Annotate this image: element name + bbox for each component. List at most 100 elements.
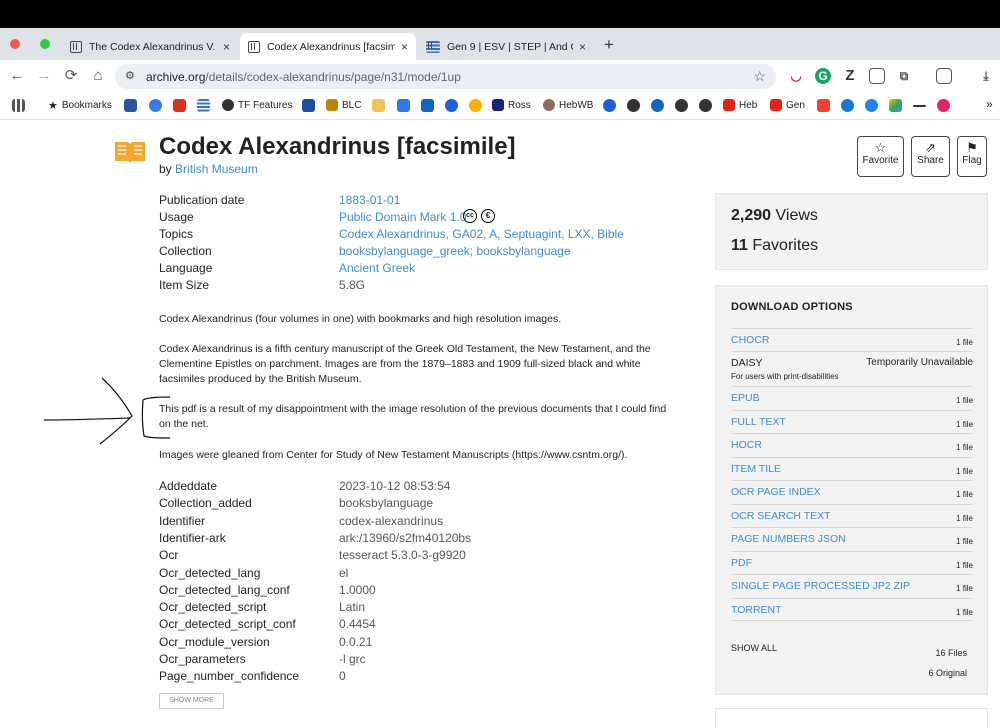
tab-title: Codex Alexandrinus [facsimile bbox=[267, 40, 395, 53]
download-icon[interactable]: ⤓ bbox=[978, 68, 994, 84]
favorite-button[interactable]: ☆ Favorite bbox=[857, 136, 904, 177]
file-count: 1 file bbox=[956, 396, 973, 405]
reading-mode-icon[interactable] bbox=[936, 68, 952, 84]
download-link[interactable]: OCR PAGE INDEX bbox=[731, 486, 821, 498]
download-link[interactable]: PDF bbox=[731, 557, 752, 569]
bookmark-label: TF Features bbox=[238, 99, 293, 111]
metadata-value-link[interactable]: Codex Alexandrinus, GA02, A, Septuagint,… bbox=[339, 227, 624, 241]
new-tab-button[interactable]: + bbox=[598, 34, 620, 56]
url-text[interactable]: archive.org/details/codex-alexandrinus/p… bbox=[146, 70, 461, 84]
bookmark-icon[interactable] bbox=[627, 99, 640, 112]
description-paragraph: This pdf is a result of my disappointmen… bbox=[159, 403, 667, 431]
download-link[interactable]: HOCR bbox=[731, 439, 762, 451]
download-item-page-numbers-json[interactable]: PAGE NUMBERS JSON 1 file bbox=[731, 527, 973, 550]
show-more-button[interactable]: SHOW MORE bbox=[159, 693, 224, 709]
home-button[interactable]: ⌂ bbox=[89, 67, 107, 85]
download-item-full-text[interactable]: FULL TEXT 1 file bbox=[731, 409, 973, 433]
download-item-hocr[interactable]: HOCR 1 file bbox=[731, 433, 973, 456]
bookmark-icon[interactable] bbox=[937, 99, 950, 112]
book-icon bbox=[115, 142, 145, 163]
download-label: DAISY bbox=[731, 357, 763, 369]
metadata-value-link[interactable]: 1883-01-01 bbox=[339, 193, 400, 207]
pocket-extension-icon[interactable]: ◡ bbox=[788, 68, 804, 84]
apps-grid-icon[interactable] bbox=[12, 99, 25, 112]
drive-icon[interactable] bbox=[889, 99, 902, 112]
download-link[interactable]: EPUB bbox=[731, 392, 760, 404]
metadata-value-link[interactable]: booksbylanguage_greek; booksbylanguage bbox=[339, 244, 571, 258]
author-link[interactable]: British Museum bbox=[175, 162, 258, 176]
screen-top-bar bbox=[0, 0, 1000, 28]
bookmark-star-icon[interactable]: ☆ bbox=[753, 68, 766, 85]
download-link[interactable]: TORRENT bbox=[731, 604, 782, 616]
bookmark-icon[interactable] bbox=[651, 99, 664, 112]
bookmark-icon[interactable] bbox=[372, 99, 385, 112]
bookmark-icon[interactable] bbox=[699, 99, 712, 112]
address-bar[interactable]: ⚙ archive.org/details/codex-alexandrinus… bbox=[115, 64, 776, 89]
extensions-puzzle-icon[interactable]: ⧉ bbox=[896, 68, 912, 84]
download-item-item-tile[interactable]: ITEM TILE 1 file bbox=[731, 456, 973, 480]
download-item-ocr-search-text[interactable]: OCR SEARCH TEXT 1 file bbox=[731, 503, 973, 527]
bookmark-icon[interactable] bbox=[841, 99, 854, 112]
window-extension-icon[interactable] bbox=[869, 68, 885, 84]
tab-close-icon[interactable]: × bbox=[579, 40, 586, 54]
bookmark-icon[interactable] bbox=[124, 99, 137, 112]
download-link[interactable]: FULL TEXT bbox=[731, 416, 786, 428]
zotero-extension-icon[interactable]: Z bbox=[842, 68, 858, 84]
metadata-value: booksbylanguage bbox=[339, 496, 434, 511]
bookmark-icon[interactable] bbox=[603, 99, 616, 112]
bookmark-hebwb[interactable]: HebWB bbox=[543, 99, 593, 111]
download-link[interactable]: CHOCR bbox=[731, 334, 770, 346]
download-item-jp2-zip[interactable]: SINGLE PAGE PROCESSED JP2 ZIP 1 file bbox=[731, 574, 973, 597]
bookmark-icon[interactable] bbox=[445, 99, 458, 112]
bookmark-icon[interactable] bbox=[173, 99, 186, 112]
grammarly-extension-icon[interactable]: G bbox=[815, 68, 831, 84]
metadata-key: Identifier bbox=[159, 513, 206, 528]
calendar-icon[interactable] bbox=[421, 99, 434, 112]
download-link[interactable]: OCR SEARCH TEXT bbox=[731, 510, 831, 522]
bookmark-icon[interactable] bbox=[913, 105, 926, 107]
bookmark-icon[interactable] bbox=[469, 99, 482, 112]
download-item-torrent[interactable]: TORRENT 1 file bbox=[731, 597, 973, 621]
download-item-ocr-page-index[interactable]: OCR PAGE INDEX 1 file bbox=[731, 480, 973, 503]
download-link[interactable]: SINGLE PAGE PROCESSED JP2 ZIP bbox=[731, 580, 910, 592]
bookmark-tf-features[interactable]: TF Features bbox=[222, 99, 292, 111]
bookmark-gen[interactable]: Gen bbox=[770, 99, 805, 111]
reload-button[interactable]: ⟳ bbox=[62, 67, 80, 85]
metadata-key: Ocr_detected_script bbox=[159, 600, 267, 615]
checkmark-icon[interactable] bbox=[397, 99, 410, 112]
bookmark-icon[interactable] bbox=[675, 99, 688, 112]
file-count: 1 file bbox=[956, 466, 973, 476]
window-close-button[interactable] bbox=[10, 39, 20, 49]
back-button[interactable]: ← bbox=[8, 67, 26, 85]
share-button[interactable]: ⇗ Share bbox=[911, 136, 950, 177]
bookmark-heb[interactable]: Heb bbox=[723, 99, 757, 111]
tab-close-icon[interactable]: × bbox=[401, 40, 408, 54]
download-item-epub[interactable]: EPUB 1 file bbox=[731, 386, 973, 409]
window-zoom-button[interactable] bbox=[40, 39, 50, 49]
download-item-pdf[interactable]: PDF 1 file bbox=[731, 550, 973, 574]
more-bookmarks-button[interactable]: » bbox=[986, 97, 993, 111]
cloud-icon[interactable] bbox=[865, 99, 878, 112]
archive-icon bbox=[70, 40, 82, 53]
download-item-chocr[interactable]: CHOCR 1 file bbox=[731, 328, 973, 351]
gmail-icon[interactable] bbox=[817, 99, 830, 112]
bookmark-blc[interactable]: BLC bbox=[326, 99, 361, 111]
step-bible-icon[interactable] bbox=[197, 99, 210, 112]
forward-button[interactable]: → bbox=[35, 67, 53, 85]
site-settings-icon[interactable]: ⚙ bbox=[125, 70, 138, 83]
bookmark-ross[interactable]: Ross bbox=[492, 99, 531, 111]
tab-close-icon[interactable]: × bbox=[223, 40, 230, 54]
show-all-button[interactable]: SHOW ALL bbox=[731, 643, 777, 653]
download-link[interactable]: ITEM TILE bbox=[731, 463, 781, 475]
bookmark-icon[interactable] bbox=[302, 99, 315, 112]
bookmark-icon[interactable] bbox=[149, 99, 162, 112]
tab-codex-facsimile[interactable]: Codex Alexandrinus [facsimile × bbox=[240, 33, 416, 60]
metadata-value-link[interactable]: Ancient Greek bbox=[339, 261, 415, 275]
download-link[interactable]: PAGE NUMBERS JSON bbox=[731, 533, 846, 545]
tab-codex-v1[interactable]: The Codex Alexandrinus V. 1 × bbox=[62, 33, 238, 60]
flag-button[interactable]: ⚑ Flag bbox=[957, 136, 987, 177]
metadata-value-link[interactable]: Public Domain Mark 1.0 bbox=[339, 210, 466, 224]
tab-gen9-step[interactable]: Gen 9 | ESV | STEP | And God × bbox=[418, 33, 594, 60]
bookmarks-folder[interactable]: ★ Bookmarks bbox=[48, 99, 112, 112]
metadata-value: 0 bbox=[339, 669, 346, 684]
